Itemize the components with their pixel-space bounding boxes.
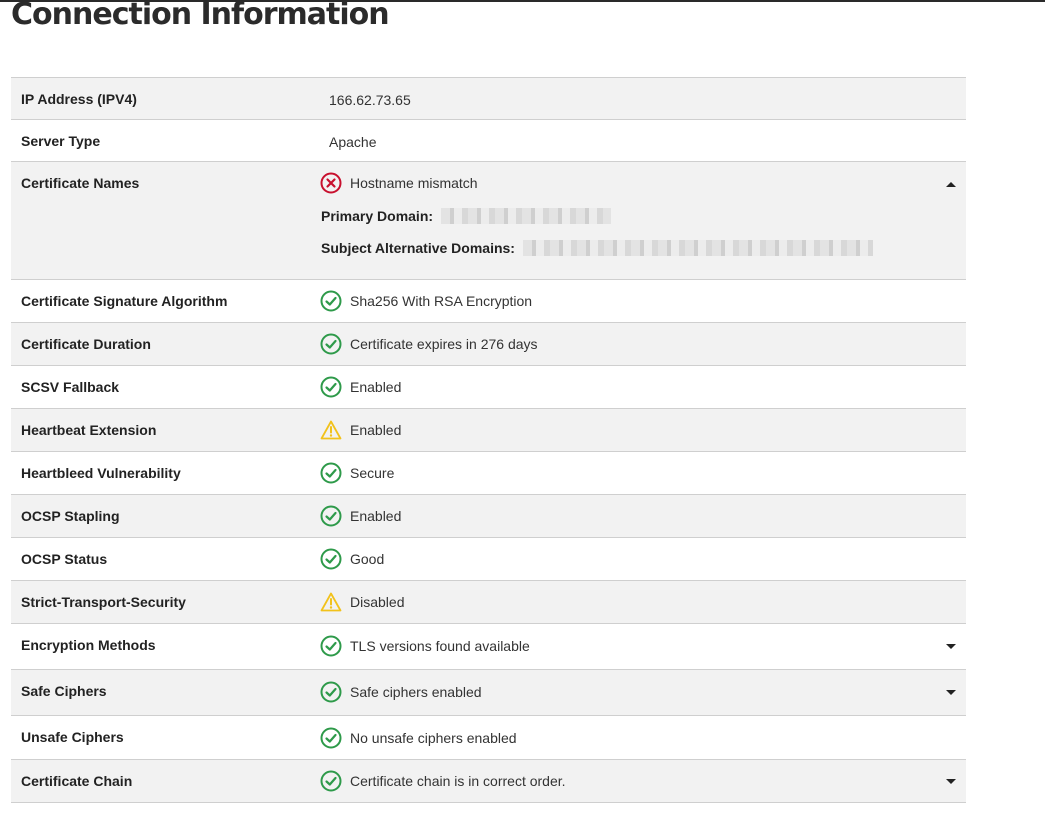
row-value: TLS versions found available [320,635,530,657]
primary-domain-label: Primary Domain: [321,208,434,224]
check-circle-icon [320,548,342,570]
warning-triangle-icon [320,591,342,613]
status-text: Disabled [350,594,405,610]
row-ocsp-status: OCSP Status Good [11,538,966,581]
status-text: Certificate chain is in correct order. [350,773,566,789]
row-value: Disabled [320,591,404,613]
alt-domains-label: Subject Alternative Domains: [321,240,515,256]
row-value: 166.62.73.65 [329,92,411,108]
check-circle-icon [320,727,342,749]
row-value: Enabled [320,505,401,527]
check-circle-icon [320,290,342,312]
check-circle-icon [320,770,342,792]
collapse-toggle[interactable] [946,180,956,190]
row-value: Certificate expires in 276 days [320,333,538,355]
check-circle-icon [320,635,342,657]
caret-up-icon [946,182,956,187]
row-value: No unsafe ciphers enabled [320,727,517,749]
expand-toggle[interactable] [946,641,956,651]
row-signature-algorithm: Certificate Signature Algorithm Sha256 W… [11,280,966,323]
caret-down-icon [946,644,956,649]
row-value: Secure [320,462,394,484]
check-circle-icon [320,462,342,484]
row-label: Safe Ciphers [21,683,107,699]
expand-toggle[interactable] [946,776,956,786]
row-ocsp-stapling: OCSP Stapling Enabled [11,495,966,538]
status-text: TLS versions found available [350,638,530,654]
row-label: Encryption Methods [21,637,156,653]
row-label: OCSP Stapling [21,508,120,524]
caret-down-icon [946,690,956,695]
row-label: SCSV Fallback [21,379,120,395]
row-certificate-names: Certificate Names Hostname mismatch Prim… [11,162,966,280]
row-label: Heartbeat Extension [21,422,157,438]
status-text: Enabled [350,379,402,395]
server-type-value: Apache [329,134,377,150]
row-certificate-chain[interactable]: Certificate Chain Certificate chain is i… [11,760,966,803]
row-server-type: Server Type Apache [11,120,966,162]
status-text: Enabled [350,508,402,524]
row-label: OCSP Status [21,551,108,567]
warning-triangle-icon [320,419,342,441]
status-text: Safe ciphers enabled [350,684,482,700]
row-certificate-duration: Certificate Duration Certificate expires… [11,323,966,366]
status-text: Enabled [350,422,402,438]
row-label: Certificate Names [21,175,140,191]
row-heartbeat-extension: Heartbeat Extension Enabled [11,409,966,452]
row-ip-address: IP Address (IPV4) 166.62.73.65 [11,78,966,120]
check-circle-icon [320,505,342,527]
ip-address-value: 166.62.73.65 [329,92,411,108]
row-heartbleed-vulnerability: Heartbleed Vulnerability Secure [11,452,966,495]
row-value: Certificate chain is in correct order. [320,770,566,792]
connection-info-table: IP Address (IPV4) 166.62.73.65 Server Ty… [11,77,966,803]
check-circle-icon [320,681,342,703]
row-label: Unsafe Ciphers [21,729,124,745]
page-title: Connection Information [11,0,390,32]
row-value: Enabled [320,419,401,441]
check-circle-icon [320,376,342,398]
expand-toggle[interactable] [946,687,956,697]
row-value: Enabled [320,376,401,398]
x-circle-icon [320,172,342,194]
row-label: Certificate Signature Algorithm [21,293,228,309]
row-label: Strict-Transport-Security [21,594,186,610]
row-label: IP Address (IPV4) [21,91,137,107]
row-label: Certificate Duration [21,336,151,352]
row-safe-ciphers[interactable]: Safe Ciphers Safe ciphers enabled [11,670,966,716]
row-label: Heartbleed Vulnerability [21,465,181,481]
row-strict-transport-security: Strict-Transport-Security Disabled [11,581,966,624]
status-text: Secure [350,465,395,481]
row-label: Server Type [21,133,101,149]
row-value: Good [320,548,384,570]
primary-domain-line: Primary Domain: [321,208,612,224]
row-value: Sha256 With RSA Encryption [320,290,532,312]
row-value: Safe ciphers enabled [320,681,482,703]
status-text: Good [350,551,385,567]
status-text: Certificate expires in 276 days [350,336,538,352]
row-unsafe-ciphers: Unsafe Ciphers No unsafe ciphers enabled [11,716,966,760]
redacted-primary-domain [441,208,612,224]
row-encryption-methods[interactable]: Encryption Methods TLS versions found av… [11,624,966,670]
status-text: Hostname mismatch [350,175,478,191]
row-scsv-fallback: SCSV Fallback Enabled [11,366,966,409]
status-text: Sha256 With RSA Encryption [350,293,533,309]
alt-domains-line: Subject Alternative Domains: [321,240,873,256]
status-text: No unsafe ciphers enabled [350,730,517,746]
caret-down-icon [946,779,956,784]
redacted-alt-domains [522,240,873,256]
row-value: Hostname mismatch [320,172,478,194]
row-label: Certificate Chain [21,773,133,789]
row-value: Apache [329,134,376,150]
check-circle-icon [320,333,342,355]
